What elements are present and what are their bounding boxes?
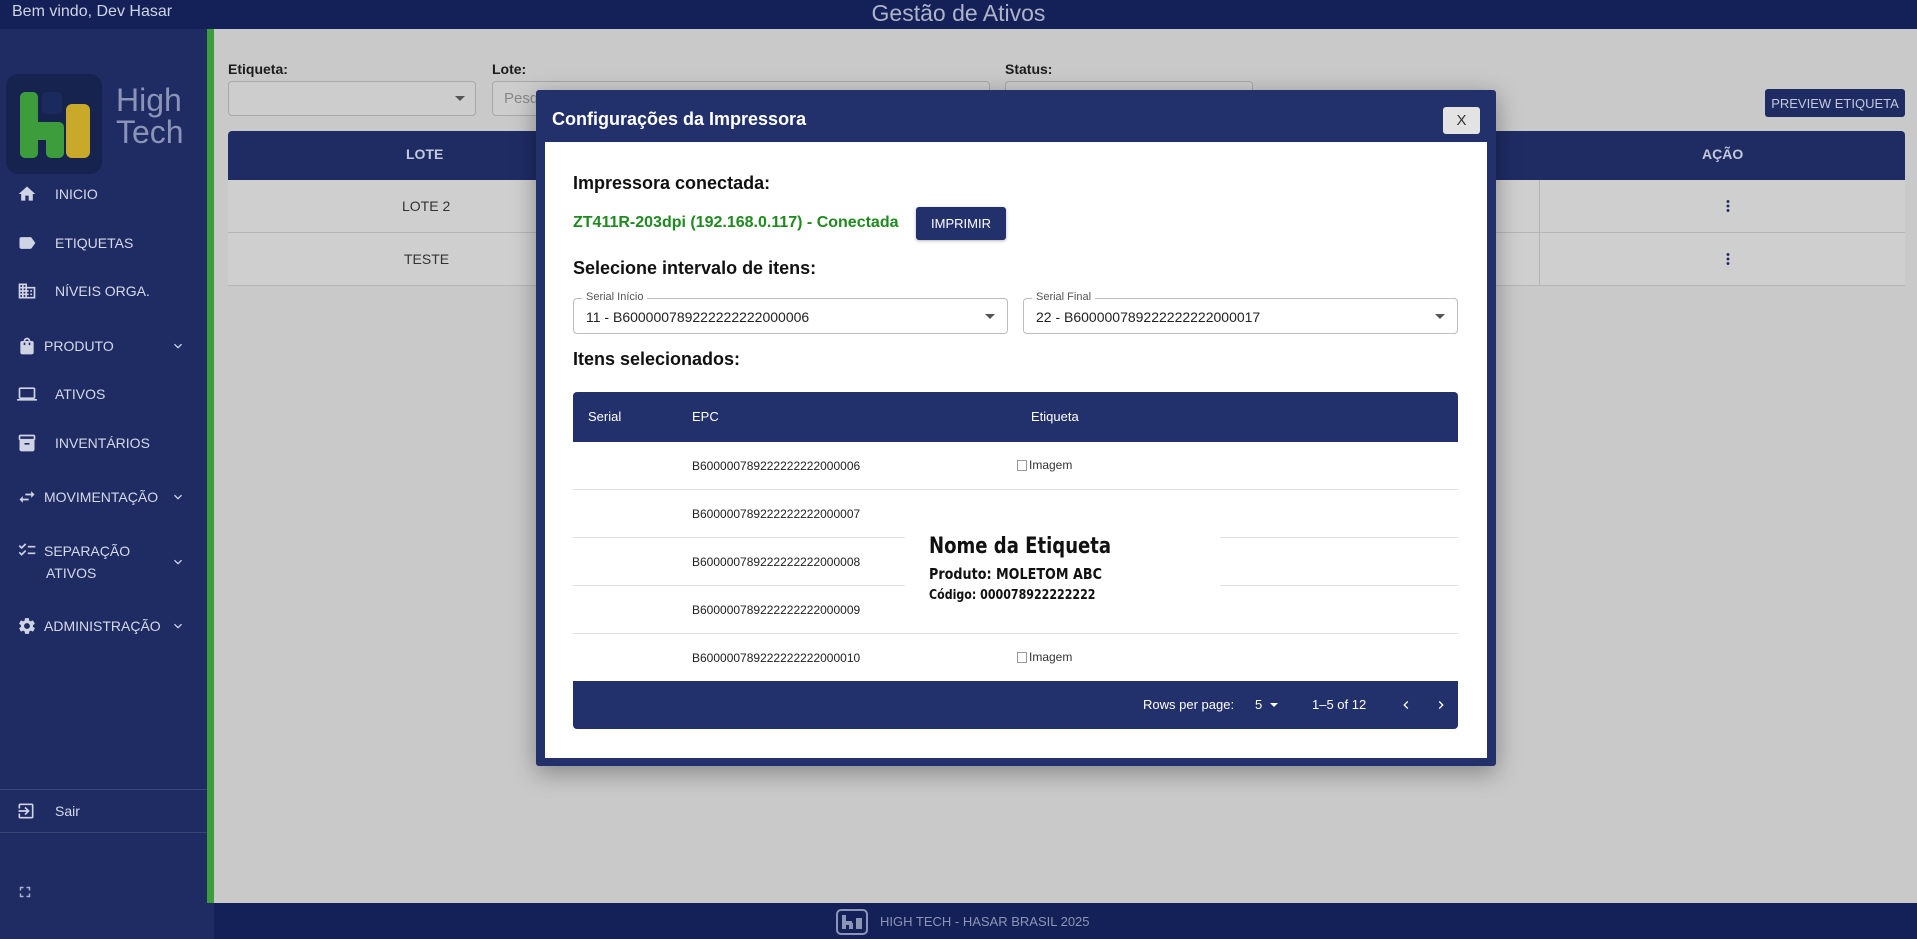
label-icon [19,237,36,249]
gear-icon [19,618,35,634]
chevron-left-icon[interactable] [1398,697,1414,713]
laptop-icon [17,387,37,401]
chevron-down-icon [174,343,182,349]
etiqueta-filter-select[interactable] [228,81,476,116]
serial-start-select[interactable]: Serial Início 11 - B60000078922222222200… [573,291,1008,334]
dialog-title: Configurações da Impressora [552,109,807,129]
brand-name: High Tech [116,82,184,150]
broken-image-icon [1017,459,1027,471]
etiqueta-filter-label: Etiqueta: [228,61,288,77]
label-preview-title: Nome da Etiqueta [929,534,1112,559]
footer-logo-icon [836,909,868,935]
items-table-header: Serial EPC Etiqueta [573,392,1458,442]
logout-button[interactable]: Sair [0,793,207,829]
more-vert-icon[interactable] [1719,197,1737,215]
dropdown-arrow-icon [985,314,995,319]
connected-printer-status: ZT411R-203dpi (192.168.0.117) - Conectad… [573,214,899,231]
column-header-lote: LOTE [406,146,444,162]
status-filter-label: Status: [1005,61,1053,77]
sidebar-divider [0,832,207,833]
sidebar-item-etiquetas[interactable]: ETIQUETAS [0,225,207,261]
pagination-bar: Rows per page: 5 1–5 of 12 [573,681,1458,729]
sidebar-item-administracao[interactable]: ADMINISTRAÇÃO [0,608,207,644]
table-row[interactable]: B600000789222222222000010 Imagem [573,634,1458,682]
label-image: Imagem [1017,650,1072,664]
top-bar: Bem vindo, Dev Hasar Gestão de Ativos [0,0,1917,29]
brand-logo: High Tech [6,74,196,174]
printer-settings-dialog: Configurações da Impressora X Impressora… [536,90,1496,766]
rows-per-page-label: Rows per page: [1143,697,1235,712]
column-header-etiqueta: Etiqueta [1031,409,1079,424]
preview-etiqueta-button[interactable]: PREVIEW ETIQUETA [1765,89,1905,117]
sidebar-item-ativos[interactable]: ATIVOS [0,376,207,412]
archive-icon [18,434,36,452]
chevron-down-icon [174,494,182,500]
label-image: Imagem [1017,458,1072,472]
footer: HIGH TECH - HASAR BRASIL 2025 [214,903,1917,939]
building-icon [18,283,36,299]
sidebar-item-niveis-orga[interactable]: NÍVEIS ORGA. [0,273,207,309]
sidebar: High Tech [0,29,207,903]
app-title: Gestão de Ativos [871,0,1046,26]
broken-image-icon [1017,651,1027,663]
dropdown-arrow-icon [455,96,465,101]
sidebar-item-inicio[interactable]: INICIO [0,176,207,212]
pagination-range: 1–5 of 12 [1312,697,1367,712]
selected-items-title: Itens selecionados: [573,349,741,369]
footer-left [0,903,214,939]
chevron-down-icon [174,623,182,629]
more-vert-icon[interactable] [1719,250,1737,268]
sidebar-divider [0,789,207,790]
lote-filter-label: Lote: [492,61,527,77]
dropdown-arrow-icon [1270,703,1278,707]
dialog-body: Impressora conectada: ZT411R-203dpi (192… [545,142,1487,758]
range-section-title: Selecione intervalo de itens: [573,258,817,278]
close-button[interactable]: X [1443,107,1480,134]
label-preview-popup: Nome da Etiqueta Produto: MOLETOM ABC Có… [905,512,1220,612]
print-button[interactable]: IMPRIMIR [916,207,1006,240]
logo-mark-icon [6,74,102,174]
column-header-serial: Serial [588,409,622,424]
home-icon [18,186,36,201]
logout-icon [18,803,34,819]
serial-end-select[interactable]: Serial Final 22 - B600000789222222222000… [1023,291,1458,334]
rows-per-page-select[interactable]: 5 [1255,697,1262,712]
sidebar-item-produto[interactable]: PRODUTO [0,328,207,364]
chevron-down-icon [174,559,182,565]
column-header-epc: EPC [692,409,719,424]
bag-icon [20,337,34,355]
checklist-icon [18,543,36,556]
table-row[interactable]: B600000789222222222000006 Imagem [573,442,1458,490]
dropdown-arrow-icon [1435,314,1445,319]
sidebar-accent-strip [207,29,214,903]
swap-icon [19,491,35,503]
sidebar-item-movimentacao[interactable]: MOVIMENTAÇÃO [0,479,207,515]
printer-section-title: Impressora conectada: [573,173,771,193]
label-preview-product: Produto: MOLETOM ABC [929,565,1102,583]
column-header-acao: AÇÃO [1702,146,1744,162]
sidebar-item-separacao-ativos[interactable]: SEPARAÇÃO ATIVOS [0,540,207,584]
chevron-right-icon[interactable] [1433,697,1449,713]
footer-text: HIGH TECH - HASAR BRASIL 2025 [880,914,1090,929]
sidebar-item-inventarios[interactable]: INVENTÁRIOS [0,425,207,461]
label-preview-code: Código: 000078922222222 [929,588,1096,603]
fullscreen-icon[interactable] [16,883,34,901]
